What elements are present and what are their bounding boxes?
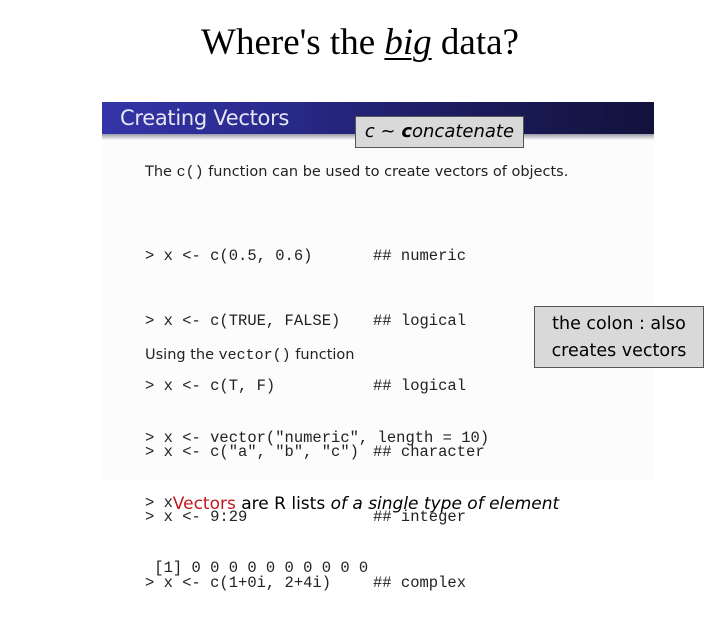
callout-concatenate: c ~ concatenate [355,116,524,148]
intro-post: function can be used to create vectors o… [203,164,569,180]
slide-header-title: Creating Vectors [120,106,290,130]
slide-screenshot: Creating Vectors The c() function can be… [102,102,654,592]
callout-c-letter: c [364,121,375,142]
callout-colon-line1: the colon : also [552,314,686,334]
callout-bold-c: c [401,121,413,142]
page-title: Where's the big data? [0,18,720,68]
callout-colon-line2: creates vectors [551,341,687,361]
footer-mid: are R lists [235,494,331,514]
code-comment: ## logical [373,311,467,330]
code-line: > x <- vector("numeric", length = 10) [145,428,490,447]
title-text-end: data? [431,22,519,63]
section2-code: vector() [218,347,291,364]
footer-red-word: Vectors [172,494,236,514]
intro-pre: The [145,164,177,180]
footer-italic: of a single type of element [330,494,560,514]
callout-tilde: ~ [374,121,402,142]
code-comment: ## numeric [373,246,467,265]
intro-text: The c() function can be used to create v… [145,164,568,181]
callout-rest: oncatenate [412,121,515,142]
section2-text: Using the vector() function [145,347,354,364]
code-text: > x <- c(TRUE, FALSE) [145,311,341,330]
section2-pre: Using the [145,347,219,363]
title-emphasis: big [384,22,432,63]
callout-colon: the colon : also creates vectors [534,306,704,368]
title-text: Where's the [201,22,385,63]
intro-code: c() [176,164,204,181]
footer-caption: Vectors are R lists of a single type of … [0,490,720,518]
code-text: > x <- c(0.5, 0.6) [145,246,313,265]
code-output: [1] 0 0 0 0 0 0 0 0 0 0 [145,559,369,578]
section2-post: function [290,347,355,363]
code-line: > x <- c(0.5, 0.6) ## numeric [145,246,625,268]
